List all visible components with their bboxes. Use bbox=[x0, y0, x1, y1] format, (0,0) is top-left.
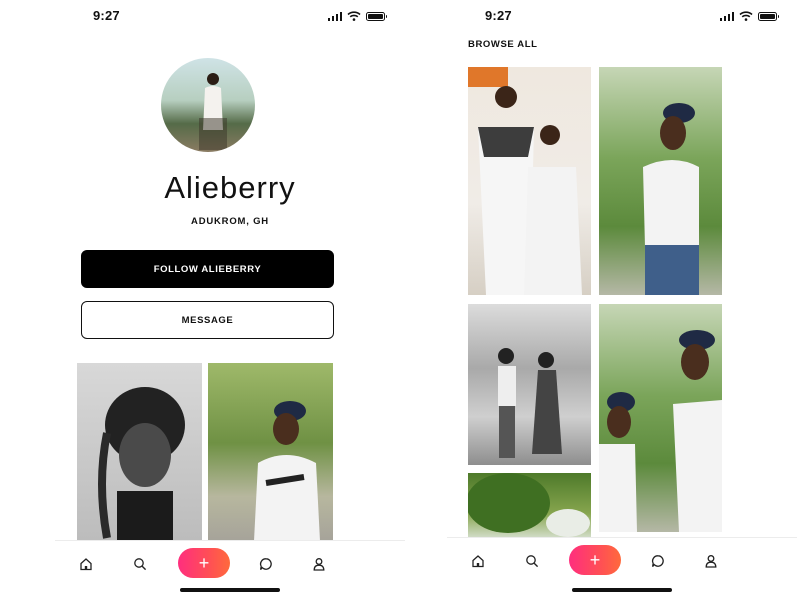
browse-photo-cap-girl[interactable] bbox=[599, 67, 722, 295]
tree-photo-shape bbox=[468, 473, 590, 537]
tab-bar: + bbox=[447, 537, 797, 583]
home-icon bbox=[80, 558, 92, 571]
browse-title: BROWSE ALL bbox=[468, 39, 538, 50]
add-icon: + bbox=[198, 552, 210, 573]
tab-profile[interactable] bbox=[702, 552, 720, 570]
tab-bar: + bbox=[55, 540, 405, 586]
add-button[interactable]: + bbox=[178, 548, 230, 578]
couple-photo-shape bbox=[468, 67, 582, 295]
browse-screen: 9:27 BROWSE ALL + bbox=[447, 0, 797, 600]
user-icon bbox=[313, 558, 325, 571]
status-icons bbox=[327, 11, 387, 21]
tab-profile[interactable] bbox=[310, 555, 328, 573]
browse-photo-bw-couple[interactable] bbox=[468, 304, 591, 465]
browse-photo-laughing[interactable] bbox=[599, 304, 722, 532]
profile-screen: 9:27 Alieberry ADUKROM, GH FOLLOW ALIEBE… bbox=[55, 0, 405, 600]
chat-bubble-icon bbox=[259, 558, 272, 571]
avatar[interactable] bbox=[161, 58, 255, 152]
tab-messages[interactable] bbox=[257, 555, 275, 573]
home-indicator bbox=[180, 588, 280, 592]
search-icon bbox=[526, 555, 539, 568]
browse-photo-couple[interactable] bbox=[468, 67, 591, 295]
tab-home[interactable] bbox=[469, 552, 487, 570]
tab-home[interactable] bbox=[77, 555, 95, 573]
gallery-photo-portrait[interactable] bbox=[77, 363, 202, 541]
tab-search[interactable] bbox=[131, 555, 149, 573]
cap-photo-shape bbox=[254, 401, 320, 541]
bw-couple-photo-shape bbox=[498, 348, 562, 458]
battery-icon bbox=[758, 12, 779, 21]
status-bar: 9:27 bbox=[447, 8, 797, 26]
tab-search[interactable] bbox=[523, 552, 541, 570]
battery-icon bbox=[366, 12, 387, 21]
signal-icon bbox=[327, 12, 342, 21]
message-button[interactable]: MESSAGE bbox=[81, 301, 334, 339]
follow-button[interactable]: FOLLOW ALIEBERRY bbox=[81, 250, 334, 288]
chat-bubble-icon bbox=[651, 555, 664, 568]
gallery-photo-cap[interactable] bbox=[208, 363, 333, 541]
avatar-person-figure bbox=[199, 73, 227, 150]
profile-name: Alieberry bbox=[164, 170, 296, 205]
tab-messages[interactable] bbox=[649, 552, 667, 570]
profile-location: ADUKROM, GH bbox=[191, 216, 269, 227]
status-time: 9:27 bbox=[485, 8, 512, 23]
user-icon bbox=[705, 555, 717, 568]
signal-icon bbox=[719, 12, 734, 21]
status-bar: 9:27 bbox=[55, 8, 405, 26]
cap-girl-photo-shape bbox=[643, 103, 699, 295]
home-indicator bbox=[572, 588, 672, 592]
add-button[interactable]: + bbox=[569, 545, 621, 575]
wifi-icon bbox=[347, 11, 361, 21]
wifi-icon bbox=[739, 11, 753, 21]
status-icons bbox=[719, 11, 779, 21]
search-icon bbox=[134, 558, 147, 571]
laughing-photo-shape bbox=[599, 330, 722, 532]
browse-photo-tree[interactable] bbox=[468, 473, 591, 540]
add-icon: + bbox=[589, 549, 601, 570]
portrait-photo-shape bbox=[98, 387, 185, 541]
status-time: 9:27 bbox=[93, 8, 120, 23]
home-icon bbox=[472, 555, 484, 568]
